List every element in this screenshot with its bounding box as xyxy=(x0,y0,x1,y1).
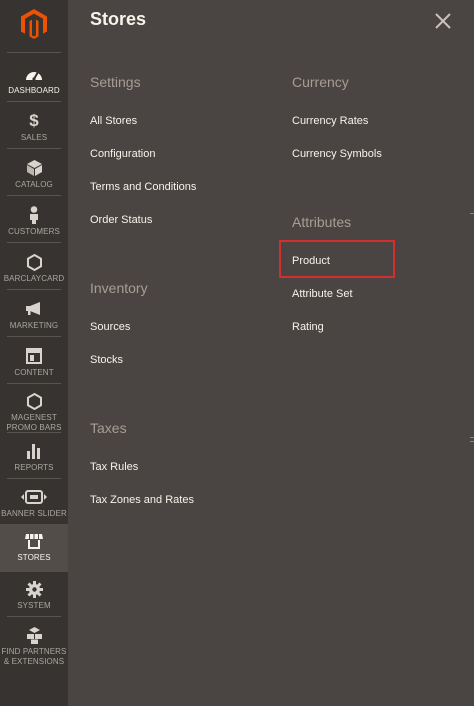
layout-icon xyxy=(26,347,42,365)
sidebar-item-label: SYSTEM xyxy=(17,601,51,610)
magento-logo-icon xyxy=(21,9,47,39)
section-title-inventory: Inventory xyxy=(90,280,148,296)
panel-title: Stores xyxy=(90,9,147,29)
person-icon xyxy=(28,206,40,224)
dashboard-gauge-icon xyxy=(25,65,43,83)
section-title-currency: Currency xyxy=(292,74,349,90)
edge-divider xyxy=(470,213,474,214)
admin-sidebar: DASHBOARD $ SALES CATALOG CUSTOMERS BARC… xyxy=(0,0,68,706)
link-terms-and-conditions[interactable]: Terms and Conditions xyxy=(90,181,196,193)
close-button[interactable] xyxy=(434,12,452,30)
bar-chart-icon xyxy=(26,442,42,460)
sidebar-divider xyxy=(7,195,61,196)
sidebar-item-label: SALES xyxy=(20,133,48,142)
sidebar-divider xyxy=(7,52,61,53)
hexagon-icon xyxy=(26,393,42,410)
sidebar-divider xyxy=(7,478,61,479)
link-product[interactable]: Product xyxy=(292,255,330,267)
sidebar-item-label: REPORTS xyxy=(14,463,54,472)
section-title-taxes: Taxes xyxy=(90,420,127,436)
boxes-icon xyxy=(26,626,43,644)
sidebar-item-label: FIND PARTNERS & EXTENSIONS xyxy=(1,647,67,666)
dollar-icon: $ xyxy=(29,111,39,130)
sidebar-item-label: CONTENT xyxy=(14,368,54,377)
hexagon-icon xyxy=(26,253,42,271)
sidebar-item-magenest-promo-bars[interactable]: MAGENEST PROMO BARS xyxy=(0,385,68,433)
sidebar-item-label: DASHBOARD xyxy=(8,86,60,95)
sidebar-item-sales[interactable]: $ SALES xyxy=(0,104,68,150)
sidebar-item-label: CUSTOMERS xyxy=(8,227,60,236)
sidebar-item-dashboard[interactable]: DASHBOARD xyxy=(0,57,68,103)
sidebar-divider xyxy=(7,289,61,290)
sidebar-divider xyxy=(7,336,61,337)
cube-icon xyxy=(26,159,42,177)
admin-screen: DASHBOARD $ SALES CATALOG CUSTOMERS BARC… xyxy=(0,0,474,706)
sidebar-item-label: CATALOG xyxy=(15,180,53,189)
sidebar-item-barclaycard[interactable]: BARCLAYCARD xyxy=(0,245,68,291)
magento-logo[interactable] xyxy=(0,0,68,48)
gear-icon xyxy=(25,580,43,598)
sidebar-item-customers[interactable]: CUSTOMERS xyxy=(0,198,68,244)
section-title-attributes: Attributes xyxy=(292,214,352,230)
edge-divider xyxy=(470,441,474,442)
sidebar-item-label: MAGENEST PROMO BARS xyxy=(6,413,62,432)
sidebar-item-label: BANNER SLIDER xyxy=(1,509,67,518)
megaphone-icon xyxy=(25,300,43,318)
close-icon xyxy=(435,13,451,29)
link-tax-zones-and-rates[interactable]: Tax Zones and Rates xyxy=(90,494,194,506)
sidebar-item-content[interactable]: CONTENT xyxy=(0,339,68,385)
link-currency-rates[interactable]: Currency Rates xyxy=(292,115,368,127)
sidebar-item-label: BARCLAYCARD xyxy=(3,274,65,283)
store-icon xyxy=(25,532,43,550)
sidebar-item-label: MARKETING xyxy=(9,321,59,330)
sidebar-item-stores[interactable]: STORES xyxy=(0,524,68,572)
link-configuration[interactable]: Configuration xyxy=(90,148,155,160)
sidebar-item-banner-slider[interactable]: BANNER SLIDER xyxy=(0,480,68,526)
sidebar-divider xyxy=(7,432,61,433)
sidebar-item-system[interactable]: SYSTEM xyxy=(0,572,68,618)
sidebar-item-marketing[interactable]: MARKETING xyxy=(0,292,68,338)
link-all-stores[interactable]: All Stores xyxy=(90,115,137,127)
link-order-status[interactable]: Order Status xyxy=(90,214,152,226)
link-currency-symbols[interactable]: Currency Symbols xyxy=(292,148,382,160)
link-tax-rules[interactable]: Tax Rules xyxy=(90,461,138,473)
sidebar-divider xyxy=(7,101,61,102)
sidebar-divider xyxy=(7,616,61,617)
sidebar-divider xyxy=(7,148,61,149)
link-attribute-set[interactable]: Attribute Set xyxy=(292,288,353,300)
slider-icon xyxy=(21,488,47,506)
sidebar-divider xyxy=(7,383,61,384)
sidebar-item-catalog[interactable]: CATALOG xyxy=(0,151,68,197)
sidebar-item-label: STORES xyxy=(17,553,51,562)
sidebar-item-find-partners[interactable]: FIND PARTNERS & EXTENSIONS xyxy=(0,618,68,668)
section-title-settings: Settings xyxy=(90,74,141,90)
link-sources[interactable]: Sources xyxy=(90,321,130,333)
link-rating[interactable]: Rating xyxy=(292,321,324,333)
link-stocks[interactable]: Stocks xyxy=(90,354,123,366)
edge-divider xyxy=(470,437,474,438)
sidebar-item-reports[interactable]: REPORTS xyxy=(0,434,68,480)
sidebar-divider xyxy=(7,242,61,243)
